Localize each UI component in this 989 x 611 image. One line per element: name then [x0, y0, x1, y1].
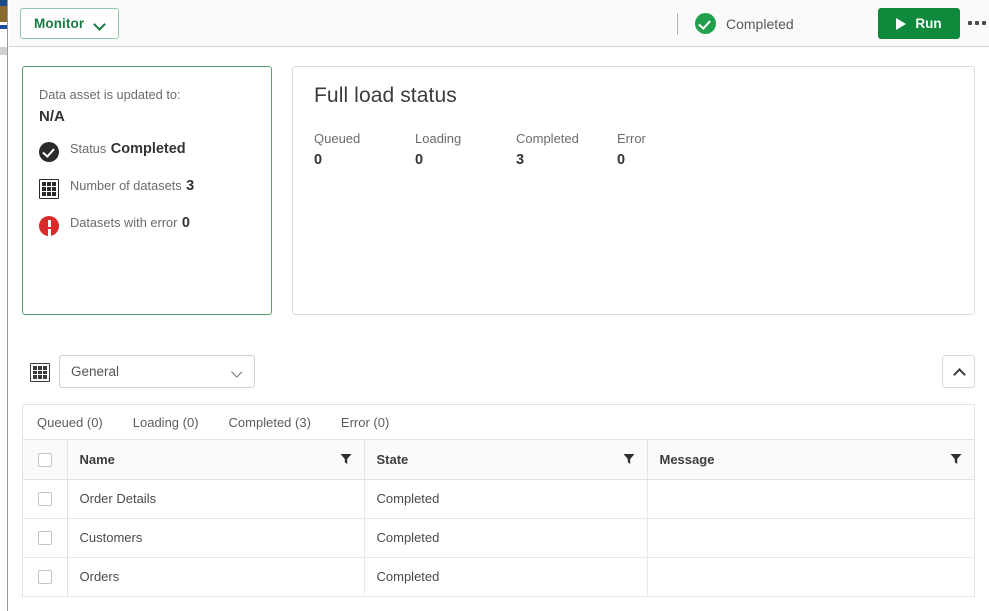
cell-message	[647, 518, 974, 558]
metric-datasets-label: Number of datasets	[70, 177, 182, 193]
row-select-cell	[23, 557, 68, 597]
select-all-header	[23, 440, 68, 480]
more-options-button[interactable]	[968, 16, 989, 30]
metric-status-label: Status	[70, 140, 107, 156]
check-circle-icon	[39, 141, 59, 162]
collapse-panel-button[interactable]	[942, 355, 975, 388]
chevron-down-icon	[94, 20, 105, 27]
stat-queued: Queued 0	[314, 131, 415, 168]
filter-funnel-icon[interactable]	[623, 453, 635, 465]
row-checkbox[interactable]	[37, 531, 52, 546]
stat-completed-label: Completed	[516, 131, 579, 146]
monitor-dropdown-button[interactable]: Monitor	[20, 8, 120, 39]
cell-message	[647, 479, 974, 519]
metric-status-value: Completed	[110, 140, 186, 157]
tab-error[interactable]: Error (0)	[341, 415, 407, 430]
datasets-panel: Queued (0) Loading (0) Completed (3) Err…	[22, 404, 975, 597]
column-header-name-label: Name	[79, 451, 115, 467]
asset-updated-label: Data asset is updated to:	[39, 87, 181, 102]
cell-state: Completed	[364, 557, 648, 597]
cell-name: Order Details	[67, 479, 365, 519]
filter-funnel-icon[interactable]	[340, 453, 352, 465]
view-select[interactable]: General	[59, 355, 255, 388]
cell-name: Customers	[67, 518, 365, 558]
metric-error-value: 0	[181, 214, 190, 231]
view-select-value: General	[71, 364, 120, 379]
select-all-checkbox[interactable]	[37, 453, 52, 468]
cell-state: Completed	[364, 518, 648, 558]
column-header-state-label: State	[376, 451, 409, 467]
column-header-message: Message	[647, 440, 974, 480]
tab-loading[interactable]: Loading (0)	[133, 415, 217, 430]
stat-loading-value: 0	[415, 152, 424, 168]
header-divider	[677, 13, 678, 35]
column-header-state: State	[364, 440, 648, 480]
run-status: Completed	[695, 13, 794, 34]
table-grid-icon	[39, 178, 59, 199]
stat-loading: Loading 0	[415, 131, 516, 168]
run-button-label: Run	[915, 16, 942, 31]
metric-datasets-with-error: Datasets with error 0	[39, 214, 253, 236]
left-edge-strip	[0, 0, 8, 611]
table-row[interactable]: Order Details Completed	[23, 479, 974, 519]
check-circle-icon	[695, 13, 716, 34]
column-header-message-label: Message	[659, 451, 715, 467]
error-circle-icon	[39, 215, 59, 236]
full-load-status-stats: Queued 0 Loading 0 Completed 3 Error 0	[314, 131, 952, 168]
tab-completed[interactable]: Completed (3)	[229, 415, 329, 430]
filter-funnel-icon[interactable]	[950, 453, 962, 465]
table-row[interactable]: Orders Completed	[23, 557, 974, 597]
row-checkbox[interactable]	[37, 492, 52, 507]
stat-error-label: Error	[617, 131, 646, 146]
tab-queued[interactable]: Queued (0)	[37, 415, 121, 430]
asset-updated-value: N/A	[39, 107, 65, 125]
play-icon	[896, 17, 907, 30]
row-checkbox[interactable]	[37, 570, 52, 585]
stat-error: Error 0	[617, 131, 718, 168]
dataset-toolbar: General	[22, 355, 975, 391]
row-select-cell	[23, 479, 68, 519]
metric-error-label: Datasets with error	[70, 214, 178, 230]
monitor-page: Monitor Completed Run Data asset is upda…	[0, 0, 989, 611]
metric-datasets-value: 3	[186, 177, 195, 194]
run-status-label: Completed	[726, 15, 794, 32]
table-grid-icon	[30, 363, 50, 382]
column-header-name: Name	[67, 440, 365, 480]
stat-completed-value: 3	[516, 152, 525, 168]
full-load-status-title: Full load status	[314, 84, 457, 107]
table-row[interactable]: Customers Completed	[23, 518, 974, 558]
stat-error-value: 0	[617, 152, 626, 168]
stat-queued-value: 0	[314, 152, 323, 168]
dataset-status-tabs: Queued (0) Loading (0) Completed (3) Err…	[23, 405, 974, 440]
top-toolbar: Monitor Completed Run	[9, 0, 989, 47]
data-asset-summary-card: Data asset is updated to: N/A Status Com…	[22, 66, 272, 315]
row-select-cell	[23, 518, 68, 558]
metric-number-of-datasets: Number of datasets 3	[39, 177, 253, 199]
chevron-down-icon	[232, 368, 243, 375]
datasets-table: Name State Message Order Details Complet…	[23, 440, 974, 597]
monitor-dropdown-label: Monitor	[34, 16, 85, 31]
table-header-row: Name State Message	[23, 440, 974, 480]
stat-completed: Completed 3	[516, 131, 617, 168]
cell-name: Orders	[67, 557, 365, 597]
stat-loading-label: Loading	[415, 131, 462, 146]
stat-queued-label: Queued	[314, 131, 361, 146]
cell-message	[647, 557, 974, 597]
chevron-up-icon	[953, 368, 965, 376]
full-load-status-card: Full load status Queued 0 Loading 0 Comp…	[292, 66, 975, 315]
cell-state: Completed	[364, 479, 648, 519]
metric-status: Status Completed	[39, 140, 253, 162]
run-button[interactable]: Run	[878, 8, 960, 39]
